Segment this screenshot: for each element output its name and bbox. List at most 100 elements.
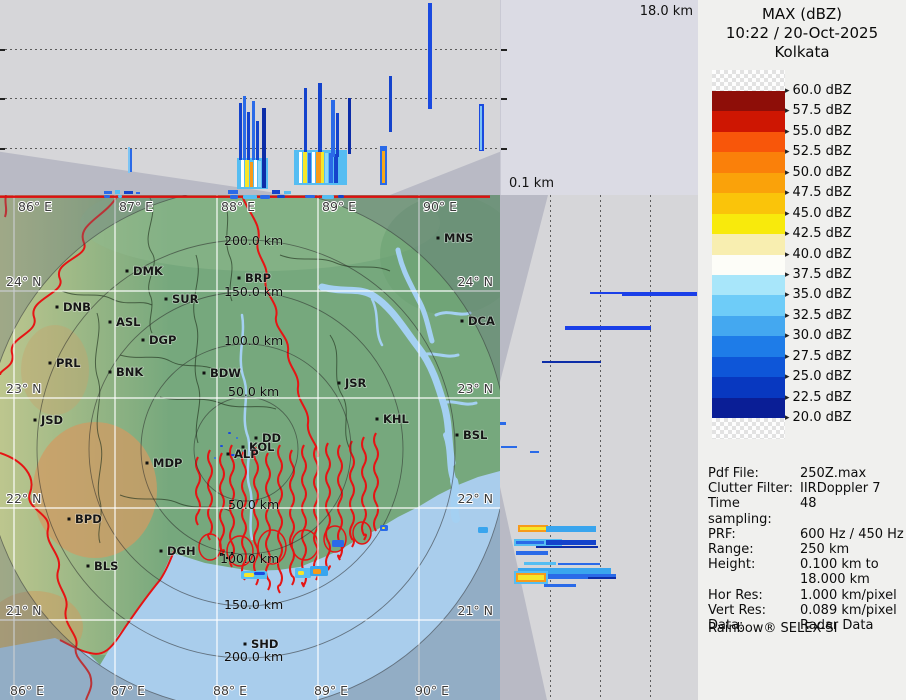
legend-entry: ▸ 55.0 dBZ xyxy=(785,124,852,139)
echo-profile-bar xyxy=(104,191,112,194)
software-brand: Rainbow® SELEX-SI xyxy=(708,621,838,636)
metadata-row: PRF: 600 Hz / 450 Hz xyxy=(708,526,904,542)
echo-profile-bar xyxy=(258,161,261,187)
city-label: BSL xyxy=(463,428,488,442)
radar-echo xyxy=(220,445,223,447)
legend-entry: ▸ 32.5 dBZ xyxy=(785,308,852,323)
dbz-color-block xyxy=(712,70,785,91)
city-label: DNB xyxy=(63,300,91,314)
metadata-key: PRF: xyxy=(708,526,736,542)
city-marker xyxy=(460,319,464,323)
dbz-color-block xyxy=(712,172,785,194)
echo-profile-bar xyxy=(382,151,385,183)
legend-arrow-icon: ▸ xyxy=(785,351,790,362)
legend-arrow-icon: ▸ xyxy=(785,413,790,424)
legend-arrow-icon: ▸ xyxy=(785,229,790,240)
scan-metadata: Pdf File: 250Z.max Clutter Filter: IIRDoppl… xyxy=(708,466,904,633)
radar-echo xyxy=(254,572,265,575)
echo-profile-bar xyxy=(312,152,315,183)
height-axis-max-label: 18.0 km xyxy=(639,4,693,19)
echo-profile-bar xyxy=(516,541,544,544)
echo-profile-bar xyxy=(250,162,253,187)
radar-echo xyxy=(332,540,344,547)
legend-entry: ▸ 22.5 dBZ xyxy=(785,390,852,405)
dbz-threshold-label: 35.0 dBZ xyxy=(792,287,852,303)
echo-profile-bar xyxy=(590,292,624,294)
city-label: BPD xyxy=(75,512,102,526)
echo-profile-bar xyxy=(520,527,546,530)
longitude-label: 90° E xyxy=(423,199,457,214)
range-ring-label: 50.0 km xyxy=(228,384,279,399)
city-label: PRL xyxy=(56,356,81,370)
echo-profile-bar xyxy=(389,76,392,132)
city-marker xyxy=(108,320,112,324)
axis-tick xyxy=(501,98,507,100)
dbz-threshold-label: 37.5 dBZ xyxy=(792,266,852,282)
city-marker xyxy=(436,236,440,240)
metadata-row: Vert Res: 0.089 km/pixel xyxy=(708,603,900,618)
city-marker xyxy=(48,361,52,365)
legend-arrow-icon: ▸ xyxy=(785,269,790,280)
beam-blockage-wedge xyxy=(500,487,547,700)
echo-profile-bar xyxy=(546,540,596,545)
radar-echo xyxy=(214,457,216,459)
range-ring-label: 200.0 km xyxy=(224,649,283,664)
echo-profile-bar xyxy=(524,562,556,565)
longitude-label: 88° E xyxy=(221,199,255,214)
legend-arrow-icon: ▸ xyxy=(785,372,790,383)
dbz-color-block xyxy=(712,356,785,378)
city-label: BRP xyxy=(245,271,271,285)
dbz-threshold-label: 45.0 dBZ xyxy=(792,205,852,221)
echo-profile-bar xyxy=(228,190,238,194)
legend-entry: ▸ 52.5 dBZ xyxy=(785,144,852,159)
legend-arrow-icon: ▸ xyxy=(785,392,790,403)
echo-profile-bar xyxy=(588,577,616,579)
radar-echo xyxy=(478,527,488,533)
echo-profile-bar xyxy=(325,153,328,183)
echo-profile-bar xyxy=(336,113,339,157)
longitude-label: 87° E xyxy=(119,199,153,214)
city-label: SHD xyxy=(251,637,278,651)
metadata-row: 18.000 km xyxy=(708,572,900,587)
echo-profile-bar xyxy=(272,190,280,194)
metadata-key: Clutter Filter: xyxy=(708,481,793,497)
city-label: KHL xyxy=(383,412,410,426)
height-gridline xyxy=(550,195,551,700)
metadata-value: 48 xyxy=(800,496,817,512)
latitude-label: 21° N xyxy=(6,603,41,618)
echo-profile-bar xyxy=(124,191,133,194)
longitude-label: 87° E xyxy=(111,683,145,698)
city-label: DMK xyxy=(133,264,164,278)
echo-profile-bar xyxy=(303,152,307,183)
product-title: MAX (dBZ) xyxy=(761,5,843,23)
radar-echo xyxy=(313,569,321,574)
dbz-color-block xyxy=(712,254,785,275)
city-label: JSD xyxy=(40,413,63,427)
metadata-row: Pdf File: 250Z.max xyxy=(708,466,900,481)
metadata-row: Range: 250 km xyxy=(708,542,900,557)
axis-tick xyxy=(501,148,507,150)
city-marker xyxy=(226,452,230,456)
legend-arrow-icon: ▸ xyxy=(785,147,790,158)
metadata-value: 250Z.max xyxy=(800,466,867,481)
echo-profile-bar xyxy=(243,96,246,160)
echo-profile-bar xyxy=(318,83,322,152)
legend-entry: ▸ 35.0 dBZ xyxy=(785,287,852,302)
metadata-key: Hor Res: xyxy=(708,587,763,603)
latitude-label: 23° N xyxy=(458,381,493,396)
legend-arrow-icon: ▸ xyxy=(785,126,790,137)
dbz-threshold-label: 25.0 dBZ xyxy=(792,369,852,385)
legend-arrow-icon: ▸ xyxy=(785,106,790,117)
city-label: ALP xyxy=(234,447,259,461)
longitude-label: 88° E xyxy=(213,683,247,698)
dbz-color-block xyxy=(712,377,785,398)
axis-tick xyxy=(0,148,5,150)
latitude-label: 22° N xyxy=(6,491,41,506)
dbz-color-block xyxy=(712,274,785,296)
metadata-key xyxy=(708,572,800,587)
radar-echo xyxy=(298,571,304,575)
dbz-threshold-label: 47.5 dBZ xyxy=(792,185,852,201)
city-marker xyxy=(141,338,145,342)
dbz-color-block xyxy=(712,397,785,418)
city-label: MDP xyxy=(153,456,182,470)
